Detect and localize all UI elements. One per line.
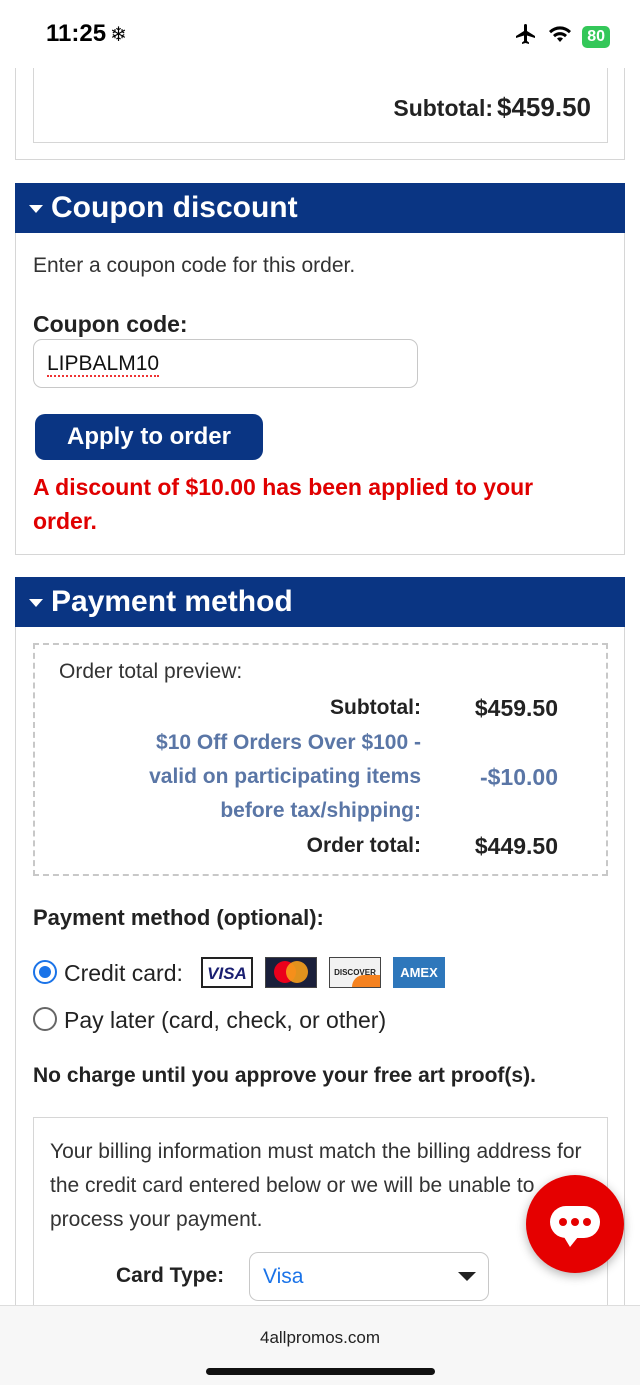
card-type-label: Card Type: bbox=[116, 1264, 225, 1287]
promo-label-line3: before tax/shipping: bbox=[220, 799, 421, 822]
no-charge-note: No charge until you approve your free ar… bbox=[33, 1064, 536, 1087]
payment-section-header[interactable]: Payment method bbox=[15, 577, 625, 627]
home-indicator[interactable] bbox=[206, 1368, 435, 1375]
visa-logo: VISA bbox=[201, 957, 253, 988]
status-icons: 80 bbox=[514, 22, 610, 51]
subtotal-value: $459.50 bbox=[497, 92, 591, 122]
pay-later-radio[interactable] bbox=[33, 1007, 57, 1031]
card-type-select[interactable]: Visa bbox=[249, 1252, 489, 1301]
browser-url[interactable]: 4allpromos.com bbox=[0, 1328, 640, 1348]
coupon-header-title: Coupon discount bbox=[51, 191, 298, 224]
order-total-preview: Order total preview: Subtotal: $459.50 $… bbox=[33, 643, 608, 876]
battery-indicator: 80 bbox=[582, 25, 610, 48]
promo-label-line2: valid on participating items bbox=[149, 765, 421, 788]
coupon-section-header[interactable]: Coupon discount bbox=[15, 183, 625, 233]
chat-bubble-icon bbox=[550, 1206, 600, 1247]
mastercard-logo bbox=[265, 957, 317, 988]
subtotal-line: Subtotal: $459.50 bbox=[393, 92, 591, 123]
collapse-triangle-icon bbox=[29, 205, 43, 213]
discount-applied-message: A discount of $10.00 has been applied to… bbox=[33, 474, 534, 534]
battery-level: 80 bbox=[587, 27, 605, 45]
apply-to-order-button[interactable]: Apply to order bbox=[35, 414, 263, 460]
preview-subtotal-label: Subtotal: bbox=[330, 696, 421, 719]
status-time: 11:25 ❄ bbox=[46, 20, 127, 48]
status-time-text: 11:25 bbox=[46, 20, 107, 47]
payment-header-title: Payment method bbox=[51, 585, 293, 618]
pay-later-label[interactable]: Pay later (card, check, or other) bbox=[64, 1007, 386, 1034]
billing-info-box: Your billing information must match the … bbox=[33, 1117, 608, 1317]
order-total-label: Order total: bbox=[306, 834, 421, 857]
card-type-value: Visa bbox=[263, 1265, 304, 1288]
promo-label-line1: $10 Off Orders Over $100 - bbox=[156, 731, 421, 754]
billing-note: Your billing information must match the … bbox=[50, 1140, 582, 1231]
amex-logo: AMEX bbox=[393, 957, 445, 988]
subtotal-box: Subtotal: $459.50 bbox=[33, 68, 608, 143]
subtotal-label: Subtotal: bbox=[393, 95, 494, 121]
credit-card-radio[interactable] bbox=[33, 960, 57, 984]
snowflake-icon: ❄ bbox=[110, 24, 127, 46]
collapse-triangle-icon bbox=[29, 599, 43, 607]
status-bar: 11:25 ❄ 80 bbox=[0, 0, 640, 68]
order-total-value: $449.50 bbox=[474, 833, 558, 859]
airplane-icon bbox=[514, 22, 538, 51]
coupon-intro: Enter a coupon code for this order. bbox=[33, 254, 356, 277]
credit-card-label[interactable]: Credit card: bbox=[64, 960, 183, 987]
coupon-code-value: LIPBALM10 bbox=[47, 352, 160, 377]
browser-address-bar[interactable]: 4allpromos.com bbox=[0, 1305, 640, 1385]
dropdown-caret-icon bbox=[458, 1272, 476, 1281]
preview-subtotal-value: $459.50 bbox=[474, 695, 558, 721]
preview-title: Order total preview: bbox=[59, 660, 243, 683]
coupon-code-label: Coupon code: bbox=[33, 311, 188, 337]
discover-logo: DISCOVER bbox=[329, 957, 381, 988]
promo-discount-value: -$10.00 bbox=[479, 764, 558, 790]
wifi-icon bbox=[548, 24, 572, 49]
chat-button[interactable] bbox=[526, 1175, 624, 1273]
payment-method-label: Payment method (optional): bbox=[33, 905, 324, 930]
coupon-code-input[interactable]: LIPBALM10 bbox=[33, 339, 418, 388]
